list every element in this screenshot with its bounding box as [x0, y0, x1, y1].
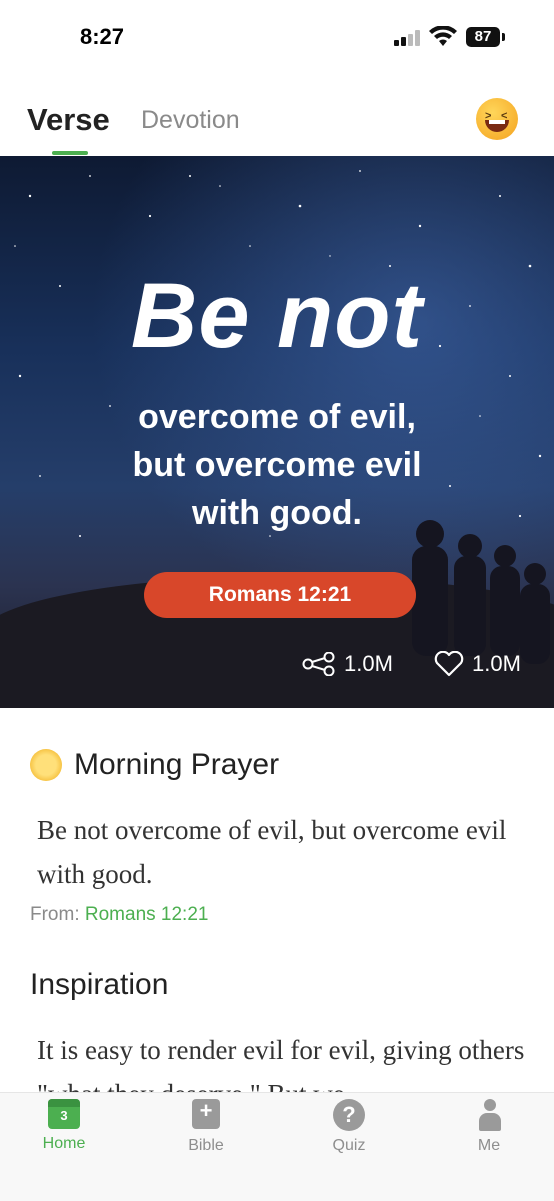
verse-line-2: but overcome evil [132, 446, 422, 484]
prayer-reference-link[interactable]: Romans 12:21 [85, 904, 209, 925]
calendar-icon: 3 [48, 1099, 80, 1129]
nav-home[interactable]: 3 Home [19, 1099, 109, 1153]
sun-icon [30, 749, 62, 781]
from-label: From: [30, 904, 85, 925]
nav-bible-label: Bible [188, 1137, 224, 1154]
cellular-signal-icon [394, 30, 420, 46]
morning-prayer-title: Morning Prayer [74, 748, 280, 781]
nav-me-label: Me [477, 1137, 501, 1154]
heart-icon [434, 651, 464, 677]
share-button[interactable]: 1.0M [302, 651, 393, 677]
share-count: 1.0M [344, 651, 393, 676]
nav-quiz-label: Quiz [332, 1137, 366, 1154]
bible-icon: + [190, 1099, 222, 1131]
nav-bible[interactable]: + Bible [161, 1099, 251, 1155]
verse-line-3: with good. [192, 494, 362, 532]
morning-prayer-header: Morning Prayer [30, 748, 279, 782]
tab-verse[interactable]: Verse [27, 102, 110, 138]
nav-me[interactable]: Me [444, 1099, 534, 1155]
tab-active-indicator [52, 151, 88, 155]
verse-reference-badge: Romans 12:21 [144, 572, 416, 618]
morning-prayer-text: Be not overcome of evil, but overcome ev… [37, 815, 507, 889]
like-count: 1.0M [472, 651, 521, 676]
laughing-emoji-icon[interactable]: > < [476, 98, 518, 140]
share-icon [302, 652, 335, 676]
question-icon: ? [333, 1099, 365, 1131]
status-bar: 8:27 87 [0, 0, 554, 76]
prayer-source: From: Romans 12:21 [30, 904, 208, 926]
inspiration-title: Inspiration [30, 968, 169, 1001]
verse-image-card[interactable]: Be not overcome of evil, but overcome ev… [0, 156, 554, 708]
top-tab-bar: Verse Devotion > < [0, 90, 554, 156]
wifi-icon [429, 26, 457, 46]
nav-home-label: Home [42, 1135, 86, 1152]
verse-line-1: overcome of evil, [138, 398, 416, 436]
verse-big-title: Be not [130, 265, 424, 367]
battery-icon: 87 [466, 27, 500, 47]
profile-icon [473, 1099, 505, 1131]
bottom-navigation: 3 Home + Bible ? Quiz Me [0, 1092, 554, 1201]
battery-cap [502, 33, 505, 41]
like-button[interactable]: 1.0M [434, 651, 521, 677]
tab-devotion[interactable]: Devotion [141, 106, 240, 135]
status-time: 8:27 [80, 24, 125, 49]
nav-quiz[interactable]: ? Quiz [304, 1099, 394, 1155]
